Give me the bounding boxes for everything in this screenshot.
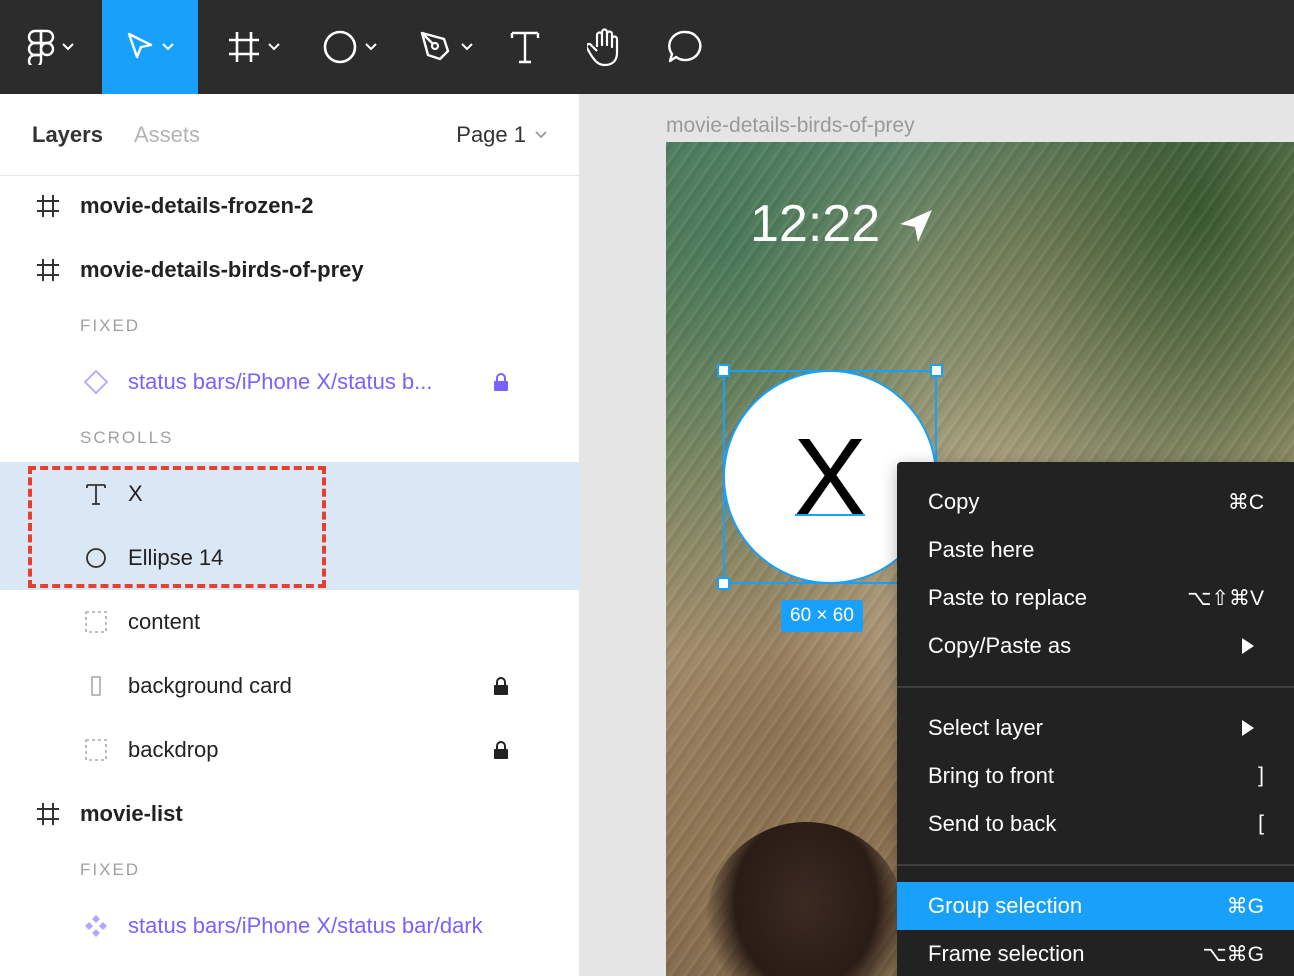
menu-item-group-selection[interactable]: Group selection ⌘G: [897, 882, 1294, 930]
component-icon: [82, 912, 110, 940]
ellipse-icon: [323, 30, 357, 64]
comment-tool-button[interactable]: [654, 0, 716, 94]
menu-item-paste-here[interactable]: Paste here: [897, 526, 1294, 574]
move-tool-button[interactable]: [102, 0, 198, 94]
menu-item-label: Bring to front: [928, 763, 1054, 788]
tab-assets[interactable]: Assets: [134, 122, 200, 148]
menu-item-shortcut: ]: [1258, 764, 1264, 787]
resize-handle-top-right[interactable]: [930, 364, 943, 377]
menu-item-shortcut: ⌘C: [1227, 490, 1264, 514]
chevron-down-icon: [162, 43, 174, 51]
pen-tool-button[interactable]: [398, 0, 494, 94]
context-menu: Copy ⌘C Paste here Paste to replace ⌥⇧⌘V…: [897, 462, 1294, 976]
layer-status-bar-instance[interactable]: status bars/iPhone X/status b...: [0, 350, 580, 414]
submenu-arrow-icon: [1242, 638, 1254, 654]
submenu-arrow-icon: [1242, 720, 1254, 736]
frame-hash-icon: [34, 192, 62, 220]
chevron-down-icon: [268, 43, 280, 51]
menu-separator: [897, 686, 1294, 688]
text-icon: [510, 31, 540, 64]
menu-item-send-to-back[interactable]: Send to back [: [897, 800, 1294, 848]
layer-frame-movie-list[interactable]: movie-list: [0, 782, 580, 846]
annotation-dashed-highlight: [28, 466, 326, 588]
lock-icon[interactable]: [490, 737, 512, 763]
status-time: 12:22: [750, 195, 881, 253]
shape-tool-button[interactable]: [302, 0, 398, 94]
size-badge: 60 × 60: [781, 600, 863, 632]
menu-item-label: Paste to replace: [928, 585, 1087, 610]
resize-handle-top-left[interactable]: [717, 364, 730, 377]
pen-icon: [420, 31, 450, 61]
frame-hash-icon: [34, 800, 62, 828]
text-tool-button[interactable]: [494, 0, 556, 94]
menu-item-shortcut: ⌥⌘G: [1202, 942, 1264, 966]
frame-tool-button[interactable]: [206, 0, 302, 94]
menu-item-label: Group selection: [928, 893, 1083, 918]
layer-label: background card: [128, 673, 292, 698]
layer-frame-frozen-2[interactable]: movie-details-frozen-2: [0, 174, 580, 238]
rectangle-icon: [82, 672, 110, 700]
comment-bubble-icon: [668, 30, 702, 63]
figma-menu-button[interactable]: [0, 0, 102, 94]
menu-item-shortcut: ⌥⇧⌘V: [1187, 586, 1264, 610]
menu-item-label: Frame selection: [928, 941, 1085, 966]
lock-icon[interactable]: [490, 673, 512, 699]
group-dashed-icon: [82, 736, 110, 764]
section-fixed: FIXED: [80, 860, 141, 879]
menu-item-select-layer[interactable]: Select layer: [897, 704, 1294, 752]
layer-label: movie-details-frozen-2: [80, 193, 314, 218]
section-scrolls: SCROLLS: [80, 428, 174, 447]
layer-label: movie-details-birds-of-prey: [80, 257, 364, 282]
menu-item-shortcut: [: [1258, 812, 1264, 835]
layer-label: movie-list: [80, 801, 183, 826]
menu-item-label: Send to back: [928, 811, 1057, 836]
group-dashed-icon: [82, 608, 110, 636]
layer-backdrop[interactable]: backdrop: [0, 718, 580, 782]
page-selector[interactable]: Page 1: [456, 122, 548, 148]
hand-tool-button[interactable]: [574, 0, 636, 94]
tab-layers[interactable]: Layers: [32, 122, 103, 148]
menu-item-label: Select layer: [928, 715, 1043, 740]
menu-item-bring-to-front[interactable]: Bring to front ]: [897, 752, 1294, 800]
layers-panel: Layers Assets Page 1 movie-details-froze…: [0, 94, 580, 976]
chevron-down-icon: [461, 43, 473, 51]
location-arrow-icon: [900, 210, 932, 242]
menu-item-label: Paste here: [928, 537, 1035, 562]
layer-status-bar-component[interactable]: status bars/iPhone X/status bar/dark: [0, 894, 580, 958]
cursor-arrow-icon: [127, 32, 153, 59]
menu-item-copy-paste-as[interactable]: Copy/Paste as: [897, 622, 1294, 670]
hand-icon: [587, 28, 619, 67]
figma-logo-icon: [27, 29, 55, 65]
chevron-down-icon: [62, 43, 74, 51]
resize-handle-bottom-left[interactable]: [717, 577, 730, 590]
menu-item-copy[interactable]: Copy ⌘C: [897, 478, 1294, 526]
layer-frame-birds-of-prey[interactable]: movie-details-birds-of-prey: [0, 238, 580, 302]
frame-title[interactable]: movie-details-birds-of-prey: [666, 114, 915, 138]
layer-background-card[interactable]: background card: [0, 654, 580, 718]
menu-separator: [897, 864, 1294, 866]
page-selector-label: Page 1: [456, 122, 526, 147]
frame-hash-icon: [34, 256, 62, 284]
component-instance-icon: [82, 368, 110, 396]
frame-hash-icon: [229, 32, 259, 62]
chevron-down-icon: [365, 43, 377, 51]
menu-item-frame-selection[interactable]: Frame selection ⌥⌘G: [897, 930, 1294, 976]
section-fixed: FIXED: [80, 316, 141, 335]
layer-label: status bars/iPhone X/status b...: [128, 369, 433, 394]
lock-icon[interactable]: [490, 369, 512, 395]
menu-item-paste-to-replace[interactable]: Paste to replace ⌥⇧⌘V: [897, 574, 1294, 622]
layer-label: content: [128, 609, 201, 634]
layer-label: status bars/iPhone X/status bar/dark: [128, 913, 483, 938]
menu-item-label: Copy/Paste as: [928, 633, 1072, 658]
menu-item-shortcut: ⌘G: [1226, 894, 1264, 918]
layer-content[interactable]: content: [0, 590, 580, 654]
chevron-down-icon: [535, 131, 547, 139]
panel-header: Layers Assets Page 1: [0, 94, 580, 176]
layer-label: backdrop: [128, 737, 219, 762]
toolbar: [0, 0, 1294, 94]
menu-item-label: Copy: [928, 489, 980, 514]
